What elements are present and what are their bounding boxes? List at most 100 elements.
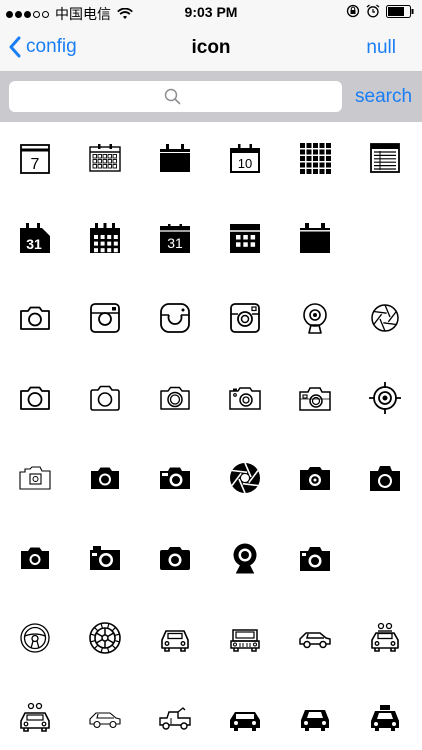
status-left: 中国电信 xyxy=(6,4,133,24)
camera-outline-icon xyxy=(20,306,50,330)
icon-cell-taxi-front[interactable] xyxy=(350,598,420,678)
camera-outline-round-icon xyxy=(90,385,120,411)
icon-cell-calendar-31-solid[interactable]: 31 xyxy=(0,198,70,278)
icon-cell-camera-solid-lens-alt[interactable] xyxy=(280,518,350,598)
aperture-solid-icon xyxy=(230,462,260,494)
svg-text:7: 7 xyxy=(31,156,40,173)
icon-cell-camera-solid-rounded[interactable] xyxy=(140,518,210,598)
instagram-alt-icon xyxy=(230,303,260,333)
icon-cell-taxi-solid[interactable] xyxy=(350,678,420,750)
webcam-icon xyxy=(303,303,327,334)
target-icon xyxy=(369,382,401,414)
car-front-icon xyxy=(161,630,189,652)
chevron-left-icon xyxy=(9,36,21,58)
navigation-bar: config icon null xyxy=(0,24,422,72)
instagram-rounded-icon xyxy=(160,303,190,333)
camera-light-icon xyxy=(19,466,51,490)
back-button[interactable]: config xyxy=(8,36,77,58)
icon-cell-calendar-blank-solid[interactable] xyxy=(280,198,350,278)
icon-cell-target[interactable] xyxy=(350,358,420,438)
icon-cell-camera-thin[interactable] xyxy=(0,358,70,438)
icon-cell-camera-outline[interactable] xyxy=(0,278,70,358)
icon-cell-camera-solid-lens[interactable] xyxy=(280,438,350,518)
icon-cell-camera-solid-alt[interactable] xyxy=(140,438,210,518)
icon-cell-camera-light[interactable] xyxy=(0,438,70,518)
camera-solid-alt-icon xyxy=(160,467,190,489)
icon-cell-car-front-solid[interactable] xyxy=(210,678,280,750)
calendar-grid-bar-icon xyxy=(230,224,260,253)
icon-cell-steering-wheel[interactable] xyxy=(0,598,70,678)
search-input[interactable] xyxy=(9,81,342,112)
icon-cell-calendar-31[interactable]: 31 xyxy=(140,198,210,278)
icon-cell-camera-solid-small[interactable] xyxy=(0,518,70,598)
icon-cell-webcam[interactable] xyxy=(280,278,350,358)
car-side-icon xyxy=(299,632,331,649)
calendar-31-icon: 31 xyxy=(160,224,190,253)
camera-solid-rounded-icon xyxy=(160,547,190,570)
icon-cell-jeep-front[interactable] xyxy=(210,598,280,678)
battery-icon xyxy=(386,4,414,18)
calendar-10-icon: 10 xyxy=(230,144,260,173)
icon-cell-car-solid[interactable] xyxy=(280,678,350,750)
icon-cell-spreadsheet[interactable] xyxy=(350,118,420,198)
icon-cell-car-side[interactable] xyxy=(280,598,350,678)
camera-solid-square-icon xyxy=(370,466,400,491)
calendar-31-solid-icon: 31 xyxy=(20,223,50,253)
search-button[interactable]: search xyxy=(355,86,412,108)
icon-cell-grid-solid[interactable] xyxy=(280,118,350,198)
orientation-lock-icon xyxy=(346,4,360,18)
svg-text:31: 31 xyxy=(167,235,183,251)
icon-cell-calendar-10[interactable]: 10 xyxy=(210,118,280,198)
icon-cell-camera-outline-round[interactable] xyxy=(70,358,140,438)
null-button[interactable]: null xyxy=(366,37,396,59)
icon-cell-webcam-solid[interactable] xyxy=(210,518,280,598)
icon-cell-car-side-thin[interactable] xyxy=(70,678,140,750)
icon-cell-car-front[interactable] xyxy=(140,598,210,678)
icon-cell-calendar-outline-grid[interactable] xyxy=(70,118,140,198)
webcam-solid-icon xyxy=(233,543,257,574)
back-label: config xyxy=(26,36,77,57)
icon-cell-camera-solid-retro[interactable] xyxy=(70,518,140,598)
camera-solid-small-icon xyxy=(21,547,49,569)
camera-solid-lens-icon xyxy=(300,467,330,490)
wifi-icon xyxy=(117,8,133,19)
icon-cell-instagram-rounded[interactable] xyxy=(140,278,210,358)
icon-cell-calendar-solid[interactable] xyxy=(140,118,210,198)
spreadsheet-icon xyxy=(370,143,400,173)
calendar-solid-grid-icon xyxy=(90,223,120,253)
camera-lens-icon xyxy=(160,386,190,410)
jeep-front-icon xyxy=(230,629,260,652)
icon-cell-tire[interactable] xyxy=(70,598,140,678)
icon-cell-calendar-grid-bar[interactable] xyxy=(210,198,280,278)
svg-text:10: 10 xyxy=(238,156,252,171)
icon-cell-aperture-solid[interactable] xyxy=(210,438,280,518)
icon-cell-instagram[interactable] xyxy=(70,278,140,358)
icon-cell-taxi-front-alt[interactable] xyxy=(0,678,70,750)
steering-wheel-icon xyxy=(20,623,50,653)
calendar-blank-solid-icon xyxy=(300,223,330,253)
car-side-thin-icon xyxy=(89,712,121,729)
alarm-icon xyxy=(366,4,380,18)
instagram-icon xyxy=(90,303,120,333)
camera-solid-retro-icon xyxy=(90,546,120,570)
icon-cell-camera-solid[interactable] xyxy=(70,438,140,518)
status-right xyxy=(346,4,414,18)
icon-cell-camera-retro[interactable] xyxy=(280,358,350,438)
icon-cell-jeep-side[interactable] xyxy=(140,678,210,750)
icon-cell-camera-flash[interactable] xyxy=(210,358,280,438)
car-solid-icon xyxy=(301,710,329,731)
camera-thin-icon xyxy=(20,386,50,410)
calendar-outline-grid-icon xyxy=(89,144,121,172)
camera-retro-icon xyxy=(299,387,331,411)
jeep-side-icon xyxy=(159,707,191,730)
icon-cell-camera-solid-square[interactable] xyxy=(350,438,420,518)
search-bar: search xyxy=(0,72,422,122)
search-field[interactable] xyxy=(9,81,342,112)
icon-cell-instagram-alt[interactable] xyxy=(210,278,280,358)
icon-cell-calendar-solid-grid[interactable] xyxy=(70,198,140,278)
icon-cell-calendar-7[interactable]: 7 xyxy=(0,118,70,198)
calendar-solid-icon xyxy=(160,144,190,172)
icon-cell-aperture-outline[interactable] xyxy=(350,278,420,358)
icon-cell-camera-lens[interactable] xyxy=(140,358,210,438)
aperture-outline-icon xyxy=(371,304,399,332)
